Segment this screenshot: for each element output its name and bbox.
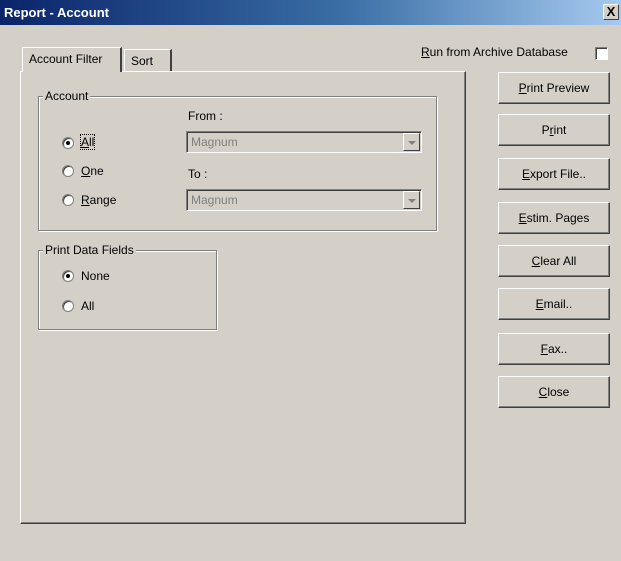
print-fields-all-radio[interactable] bbox=[62, 300, 74, 312]
account-all-label[interactable]: All bbox=[79, 134, 96, 150]
archive-label-rest: un from Archive Database bbox=[429, 45, 568, 59]
btn-mnemonic: P bbox=[518, 81, 527, 95]
btn-mnemonic: E bbox=[535, 297, 544, 311]
btn-pre: P bbox=[541, 123, 550, 137]
print-preview-button[interactable]: Print Preview bbox=[498, 72, 610, 104]
btn-rest: lear All bbox=[540, 254, 577, 268]
print-data-fields-legend: Print Data Fields bbox=[43, 243, 136, 257]
title-bar: Report - Account bbox=[0, 0, 621, 25]
mnemonic: O bbox=[81, 164, 91, 178]
label-rest: ne bbox=[90, 164, 104, 178]
btn-rest: rint Preview bbox=[526, 81, 590, 95]
from-combo[interactable]: Magnum bbox=[186, 131, 422, 153]
btn-rest: stim. Pages bbox=[526, 211, 590, 225]
clear-all-button[interactable]: Clear All bbox=[498, 245, 610, 277]
btn-mnemonic: F bbox=[540, 342, 548, 356]
from-combo-value: Magnum bbox=[191, 135, 238, 149]
fax-button[interactable]: Fax.. bbox=[498, 333, 610, 365]
close-icon: X bbox=[606, 4, 616, 19]
to-combo[interactable]: Magnum bbox=[186, 189, 422, 211]
account-all-radio[interactable] bbox=[62, 137, 74, 149]
label-rest: ll bbox=[89, 135, 95, 149]
email-button[interactable]: Email.. bbox=[498, 288, 610, 320]
account-range-radio[interactable] bbox=[62, 194, 74, 206]
close-button[interactable]: Close bbox=[498, 376, 610, 408]
print-data-fields-group bbox=[38, 250, 217, 330]
tab-label: Sort bbox=[131, 54, 154, 68]
mnemonic: R bbox=[81, 193, 90, 207]
btn-rest: int bbox=[553, 123, 567, 137]
label-rest: ange bbox=[89, 193, 117, 207]
tab-account-filter[interactable]: Account Filter bbox=[22, 47, 122, 72]
tab-label: Account Filter bbox=[29, 52, 103, 66]
print-fields-none-radio[interactable] bbox=[62, 270, 74, 282]
print-button[interactable]: Print bbox=[498, 114, 610, 146]
to-label: To : bbox=[188, 167, 208, 181]
print-fields-all-label[interactable]: All bbox=[81, 299, 94, 313]
from-label: From : bbox=[188, 109, 223, 123]
account-one-radio[interactable] bbox=[62, 165, 74, 177]
print-fields-none-label[interactable]: None bbox=[81, 269, 110, 283]
btn-mnemonic: C bbox=[531, 254, 541, 268]
btn-rest: xport File.. bbox=[530, 167, 587, 181]
account-one-label[interactable]: One bbox=[81, 164, 104, 178]
mnemonic: A bbox=[81, 135, 90, 149]
chevron-down-icon[interactable] bbox=[403, 191, 420, 209]
export-file-button[interactable]: Export File.. bbox=[498, 158, 610, 190]
btn-mnemonic: E bbox=[518, 211, 527, 225]
account-group-legend: Account bbox=[43, 89, 91, 103]
archive-database-checkbox[interactable] bbox=[595, 47, 608, 60]
estimate-pages-button[interactable]: Estim. Pages bbox=[498, 202, 610, 234]
archive-mnemonic: R bbox=[421, 45, 430, 59]
to-combo-value: Magnum bbox=[191, 193, 238, 207]
close-window-button[interactable]: X bbox=[603, 4, 619, 20]
window-title: Report - Account bbox=[4, 5, 109, 20]
chevron-down-icon[interactable] bbox=[403, 133, 420, 151]
account-range-label[interactable]: Range bbox=[81, 193, 116, 207]
btn-rest: mail.. bbox=[543, 297, 573, 311]
btn-mnemonic: E bbox=[521, 167, 530, 181]
btn-rest: ax.. bbox=[548, 342, 568, 356]
btn-rest: lose bbox=[547, 385, 570, 399]
archive-database-label[interactable]: Run from Archive Database bbox=[421, 45, 568, 59]
tab-sort[interactable]: Sort bbox=[124, 49, 172, 72]
